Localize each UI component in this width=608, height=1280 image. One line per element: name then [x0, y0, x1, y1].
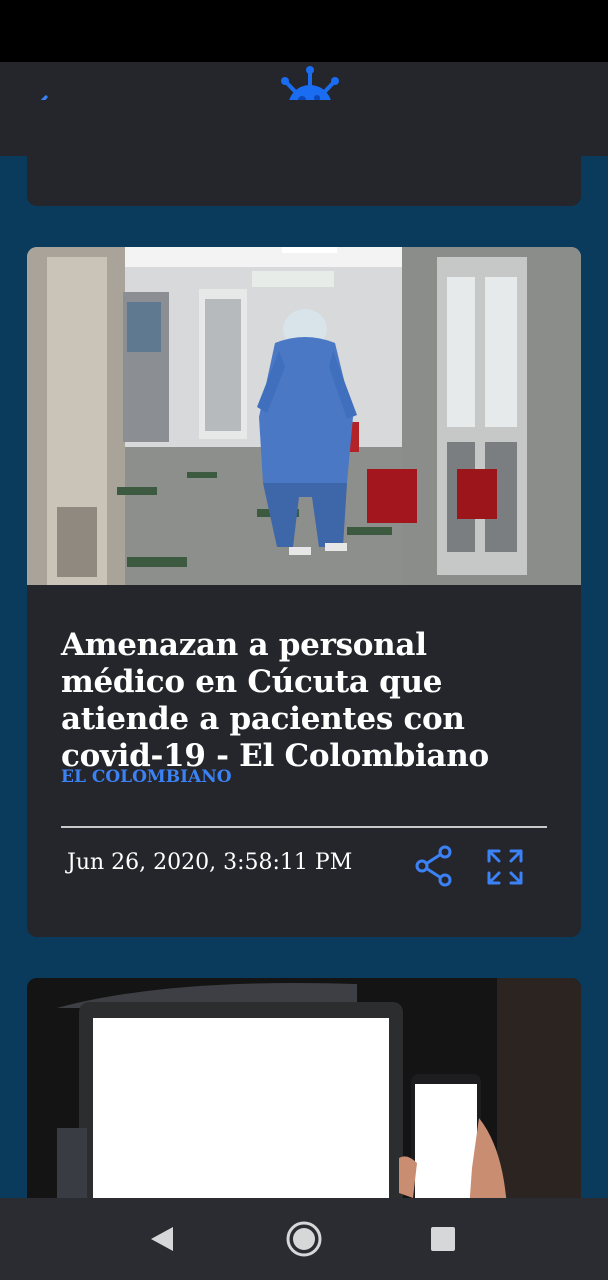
share-icon[interactable] [414, 845, 454, 887]
previous-article-card[interactable] [27, 100, 581, 206]
status-bar [0, 0, 608, 62]
square-recents-icon[interactable] [430, 1226, 456, 1252]
triangle-back-icon[interactable] [147, 1224, 177, 1254]
article-image[interactable] [27, 247, 581, 585]
article-card[interactable]: Amenazan a personal médico en Cúcuta que… [27, 247, 581, 937]
article-source[interactable]: EL COLOMBIANO [61, 767, 232, 787]
system-nav-bar [0, 1198, 608, 1280]
article-headline[interactable]: Amenazan a personal médico en Cúcuta que… [61, 627, 551, 775]
article-timestamp: Jun 26, 2020, 3:58:11 PM [67, 850, 353, 875]
expand-icon[interactable] [485, 847, 525, 887]
circle-home-icon[interactable] [285, 1220, 323, 1258]
card-divider [61, 826, 547, 828]
